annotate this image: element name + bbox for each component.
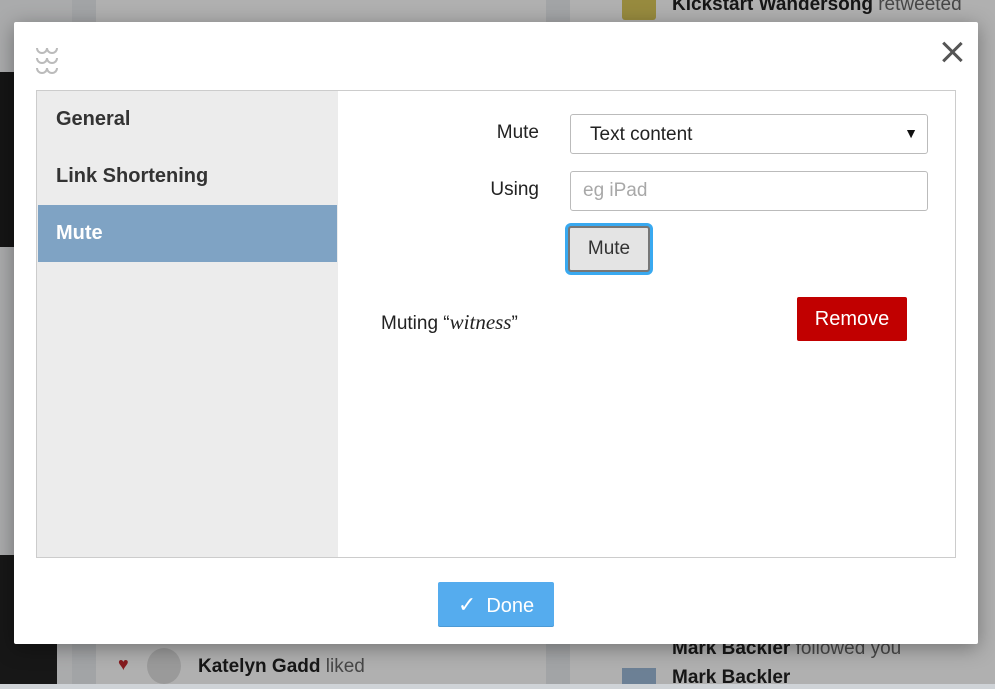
mute-button[interactable]: Mute [568, 226, 650, 272]
muted-term: witness [449, 310, 512, 334]
sidebar-item-link-shortening[interactable]: Link Shortening [38, 148, 337, 205]
checkmark-icon: ✓ [457, 592, 477, 617]
done-label: Done [486, 595, 535, 617]
muted-item: Muting “witness” [381, 310, 518, 334]
sidebar-item-general[interactable]: General [38, 91, 337, 148]
settings-dialog: General Link Shortening Mute Mute Text c… [14, 22, 978, 644]
settings-panel: General Link Shortening Mute Mute Text c… [36, 90, 956, 558]
done-button[interactable]: ✓ Done [438, 582, 554, 627]
settings-sidebar: General Link Shortening Mute [37, 91, 338, 557]
remove-mute-button[interactable]: Remove [797, 297, 907, 341]
muted-item-prefix: Muting [381, 313, 439, 334]
mute-settings-content: Mute Text content ▼ Using Mute Muting “w… [338, 91, 955, 557]
mute-type-selected-value: Text content [590, 124, 693, 145]
using-label: Using [490, 179, 539, 200]
sidebar-item-mute[interactable]: Mute [38, 205, 337, 262]
mute-type-label: Mute [496, 122, 539, 143]
dropdown-arrow-icon: ▼ [904, 125, 918, 141]
close-icon[interactable] [936, 36, 968, 68]
drag-handle-icon[interactable] [34, 46, 58, 76]
mute-type-select[interactable]: Text content ▼ [570, 114, 928, 154]
using-input[interactable] [570, 171, 928, 211]
